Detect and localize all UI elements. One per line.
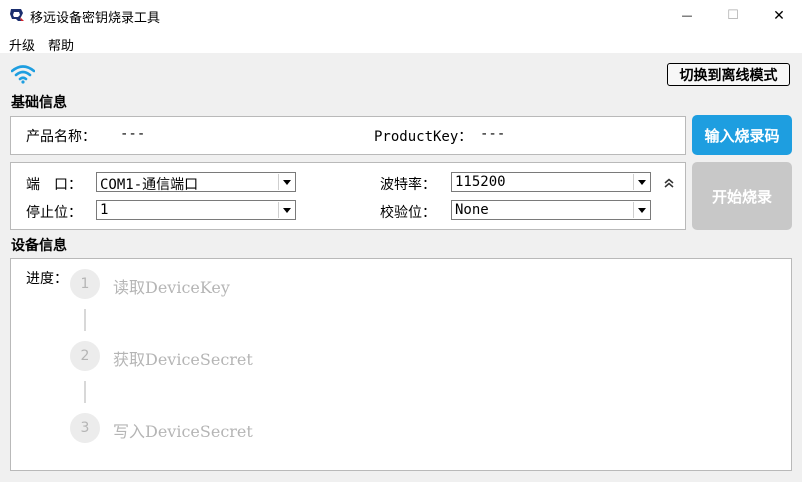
- title-bar: 移远设备密钥烧录工具 — ☐ ✕: [0, 0, 802, 31]
- port-label: 端 口：: [26, 177, 82, 193]
- product-name-value: ---: [120, 126, 146, 142]
- step-connector: [84, 309, 86, 331]
- app-logo-icon: [10, 9, 24, 21]
- menu-upgrade[interactable]: 升级: [9, 35, 35, 54]
- start-burn-button[interactable]: 开始烧录: [692, 162, 792, 230]
- minimize-button[interactable]: —: [664, 0, 710, 31]
- window-title: 移远设备密钥烧录工具: [30, 11, 161, 26]
- product-key-value: ---: [480, 126, 506, 142]
- step-3-label: 写入DeviceSecret: [113, 422, 253, 441]
- stop-bits-select[interactable]: 1: [96, 200, 296, 220]
- product-name-label: 产品名称：: [26, 129, 96, 145]
- baud-rate-select-value: 115200: [455, 174, 506, 190]
- progress-label: 进度：: [26, 271, 68, 287]
- baud-rate-select[interactable]: 115200: [451, 172, 651, 192]
- menu-help[interactable]: 帮助: [48, 35, 74, 54]
- baud-rate-label: 波特率：: [380, 177, 436, 193]
- step-3-number: 3: [70, 413, 100, 443]
- port-select-value: COM1-通信端口: [100, 177, 199, 193]
- switch-offline-mode-button[interactable]: 切换到离线模式: [667, 63, 790, 86]
- basic-info-panel: 产品名称： --- ProductKey： ---: [10, 116, 686, 155]
- step-connector: [84, 381, 86, 403]
- maximize-icon: ☐: [727, 8, 739, 23]
- device-info-panel: 进度： 1 读取DeviceKey 2 获取DeviceSecret 3 写入D…: [10, 258, 792, 471]
- parity-dropdown-icon[interactable]: [633, 202, 649, 218]
- step-1-number: 1: [70, 269, 100, 299]
- minimize-icon: —: [681, 9, 693, 22]
- device-info-title: 设备信息: [11, 238, 67, 254]
- stop-bits-label: 停止位：: [26, 205, 82, 221]
- close-button[interactable]: ✕: [756, 0, 802, 31]
- parity-select-value: None: [455, 202, 489, 218]
- menu-bar: 升级 帮助: [0, 31, 802, 54]
- collapse-icon[interactable]: [662, 176, 676, 190]
- stop-bits-dropdown-icon[interactable]: [278, 202, 294, 218]
- wifi-icon: [11, 65, 35, 84]
- stop-bits-select-value: 1: [100, 202, 109, 218]
- serial-settings-panel: 端 口： COM1-通信端口 停止位： 1 波特率： 115200 校验位： N…: [10, 162, 686, 230]
- input-burn-code-button[interactable]: 输入烧录码: [692, 115, 792, 155]
- port-dropdown-icon[interactable]: [278, 174, 294, 190]
- parity-label: 校验位：: [380, 205, 436, 221]
- basic-info-title: 基础信息: [11, 95, 67, 111]
- maximize-button[interactable]: ☐: [710, 0, 756, 31]
- close-icon: ✕: [773, 7, 785, 24]
- product-key-label: ProductKey：: [374, 129, 473, 145]
- baud-rate-dropdown-icon[interactable]: [633, 174, 649, 190]
- step-1-label: 读取DeviceKey: [113, 278, 230, 297]
- port-select[interactable]: COM1-通信端口: [96, 172, 296, 193]
- parity-select[interactable]: None: [451, 200, 651, 220]
- step-2-number: 2: [70, 341, 100, 371]
- step-2-label: 获取DeviceSecret: [113, 350, 253, 369]
